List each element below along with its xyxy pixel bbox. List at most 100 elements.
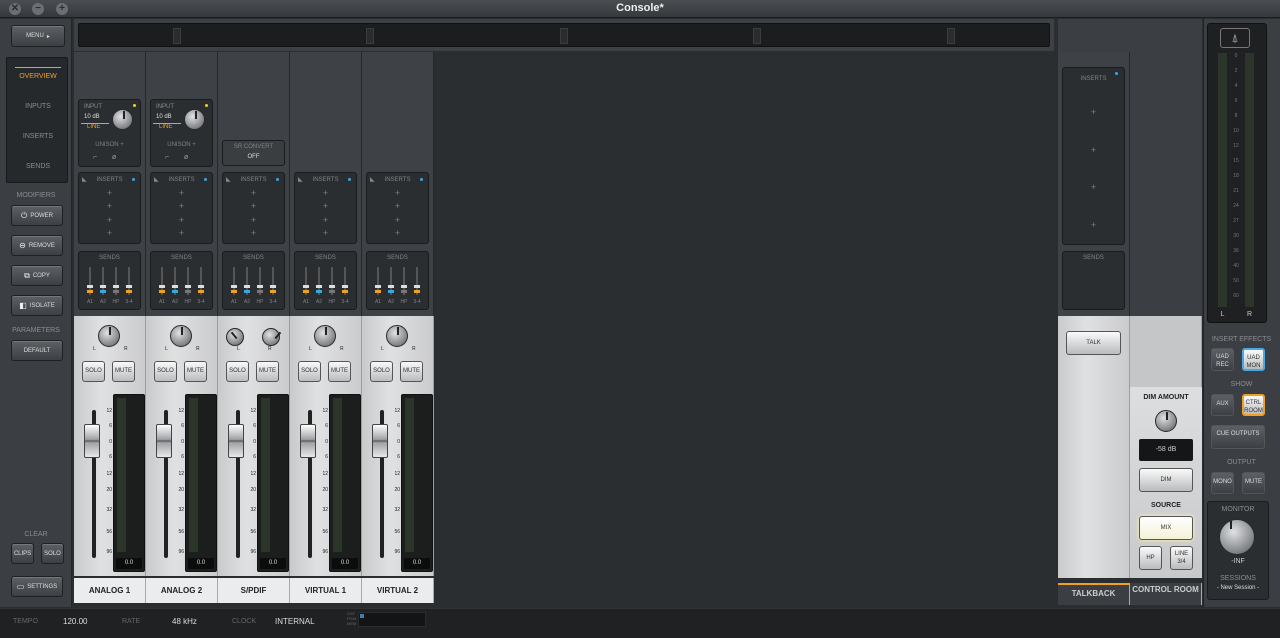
- channel-name[interactable]: VIRTUAL 2: [362, 578, 434, 603]
- show-ctrl-room-button[interactable]: CTRL ROOM: [1242, 394, 1265, 416]
- send-fader-cap[interactable]: [87, 285, 93, 288]
- send-fader-cap[interactable]: [342, 285, 348, 288]
- insert-slot[interactable]: +: [295, 188, 356, 198]
- show-aux-button[interactable]: AUX: [1211, 394, 1234, 416]
- insert-slot[interactable]: +: [295, 201, 356, 211]
- send-fader-cap[interactable]: [159, 285, 165, 288]
- send-fader-cap[interactable]: [231, 285, 237, 288]
- highpass-icon[interactable]: ⌐: [165, 154, 169, 161]
- mute-button[interactable]: MUTE: [328, 361, 351, 382]
- copy-button[interactable]: ⧉ COPY: [11, 265, 63, 286]
- output-mute-button[interactable]: MUTE: [1242, 472, 1265, 494]
- solo-button[interactable]: SOLO: [82, 361, 105, 382]
- isolate-button[interactable]: ◧ ISOLATE: [11, 295, 63, 316]
- channel-overview-bar[interactable]: [78, 23, 1050, 47]
- source-line-button[interactable]: LINE 3/4: [1170, 546, 1193, 570]
- channel-fader[interactable]: [228, 424, 244, 458]
- insert-slot[interactable]: +: [367, 188, 428, 198]
- insert-slot[interactable]: +: [223, 228, 284, 238]
- settings-button[interactable]: ▭ SETTINGS: [11, 576, 63, 597]
- insert-slot[interactable]: +: [223, 215, 284, 225]
- insert-slot[interactable]: +: [79, 188, 140, 198]
- channel-name[interactable]: ANALOG 1: [74, 578, 146, 603]
- send-fader-cap[interactable]: [303, 285, 309, 288]
- mute-button[interactable]: MUTE: [400, 361, 423, 382]
- nav-overview[interactable]: OVERVIEW: [7, 73, 69, 80]
- send-fader-cap[interactable]: [414, 285, 420, 288]
- pan-knob[interactable]: [386, 325, 408, 347]
- insert-slot[interactable]: +: [79, 228, 140, 238]
- overview-marker[interactable]: [753, 28, 761, 44]
- cue-outputs-button[interactable]: CUE OUTPUTS: [1211, 425, 1265, 449]
- mute-button[interactable]: MUTE: [112, 361, 135, 382]
- send-fader-cap[interactable]: [100, 285, 106, 288]
- power-button[interactable]: ⏻ POWER: [11, 205, 63, 226]
- insert-slot[interactable]: +: [79, 201, 140, 211]
- channel-fader[interactable]: [84, 424, 100, 458]
- channel-fader[interactable]: [372, 424, 388, 458]
- insert-slot[interactable]: +: [1063, 145, 1124, 155]
- output-mono-button[interactable]: MONO: [1211, 472, 1234, 494]
- preamp-gain-knob[interactable]: [184, 109, 205, 130]
- channel-fader[interactable]: [156, 424, 172, 458]
- overview-marker[interactable]: [947, 28, 955, 44]
- mute-button[interactable]: MUTE: [184, 361, 207, 382]
- tempo-value[interactable]: 120.00: [63, 617, 87, 626]
- insert-slot[interactable]: +: [79, 215, 140, 225]
- insert-slot[interactable]: +: [295, 215, 356, 225]
- dim-button[interactable]: DIM: [1139, 468, 1193, 492]
- session-selector[interactable]: - New Session -: [1209, 585, 1267, 591]
- monitor-knob[interactable]: [1219, 519, 1255, 555]
- clear-solo-button[interactable]: SOLO: [41, 543, 64, 564]
- uad-mon-button[interactable]: UAD MON: [1242, 348, 1265, 371]
- insert-slot[interactable]: +: [367, 228, 428, 238]
- overview-marker[interactable]: [366, 28, 374, 44]
- overview-marker[interactable]: [173, 28, 181, 44]
- nav-inputs[interactable]: INPUTS: [7, 103, 69, 110]
- channel-fader[interactable]: [300, 424, 316, 458]
- mute-button[interactable]: MUTE: [256, 361, 279, 382]
- insert-slot[interactable]: +: [151, 201, 212, 211]
- insert-slot[interactable]: +: [223, 188, 284, 198]
- overview-marker[interactable]: [560, 28, 568, 44]
- clear-clips-button[interactable]: CLIPS: [11, 543, 34, 564]
- send-fader-cap[interactable]: [316, 285, 322, 288]
- insert-slot[interactable]: +: [1063, 182, 1124, 192]
- insert-slot[interactable]: +: [223, 201, 284, 211]
- solo-button[interactable]: SOLO: [154, 361, 177, 382]
- talk-button[interactable]: TALK: [1066, 331, 1121, 355]
- clock-value[interactable]: INTERNAL: [275, 617, 315, 626]
- remove-button[interactable]: ⊖ REMOVE: [11, 235, 63, 256]
- insert-slot[interactable]: +: [151, 228, 212, 238]
- insert-slot[interactable]: +: [367, 215, 428, 225]
- nav-inserts[interactable]: INSERTS: [7, 133, 69, 140]
- send-fader-cap[interactable]: [257, 285, 263, 288]
- send-fader-cap[interactable]: [198, 285, 204, 288]
- source-hp-button[interactable]: HP: [1139, 546, 1162, 570]
- insert-slot[interactable]: +: [151, 215, 212, 225]
- send-fader-cap[interactable]: [401, 285, 407, 288]
- line-toggle[interactable]: LINE: [159, 124, 172, 130]
- insert-slot[interactable]: +: [295, 228, 356, 238]
- rate-value[interactable]: 48 kHz: [172, 617, 197, 626]
- send-fader-cap[interactable]: [185, 285, 191, 288]
- source-mix-button[interactable]: MIX: [1139, 516, 1193, 540]
- send-fader-cap[interactable]: [329, 285, 335, 288]
- solo-button[interactable]: SOLO: [370, 361, 393, 382]
- pan-knob-left[interactable]: [226, 328, 244, 346]
- unison-slot[interactable]: UNISON +: [151, 142, 212, 148]
- pan-knob[interactable]: [314, 325, 336, 347]
- default-button[interactable]: DEFAULT: [11, 340, 63, 361]
- uad-rec-button[interactable]: UAD REC: [1211, 348, 1234, 371]
- sr-convert-panel[interactable]: SR CONVERT OFF: [222, 140, 285, 166]
- channel-name[interactable]: ANALOG 2: [146, 578, 218, 603]
- pan-knob[interactable]: [98, 325, 120, 347]
- send-fader-cap[interactable]: [126, 285, 132, 288]
- channel-name[interactable]: VIRTUAL 1: [290, 578, 362, 603]
- send-fader-cap[interactable]: [270, 285, 276, 288]
- nav-sends[interactable]: SENDS: [7, 163, 69, 170]
- solo-button[interactable]: SOLO: [226, 361, 249, 382]
- send-fader-cap[interactable]: [244, 285, 250, 288]
- unison-slot[interactable]: UNISON +: [79, 142, 140, 148]
- phase-icon[interactable]: ø: [184, 154, 188, 161]
